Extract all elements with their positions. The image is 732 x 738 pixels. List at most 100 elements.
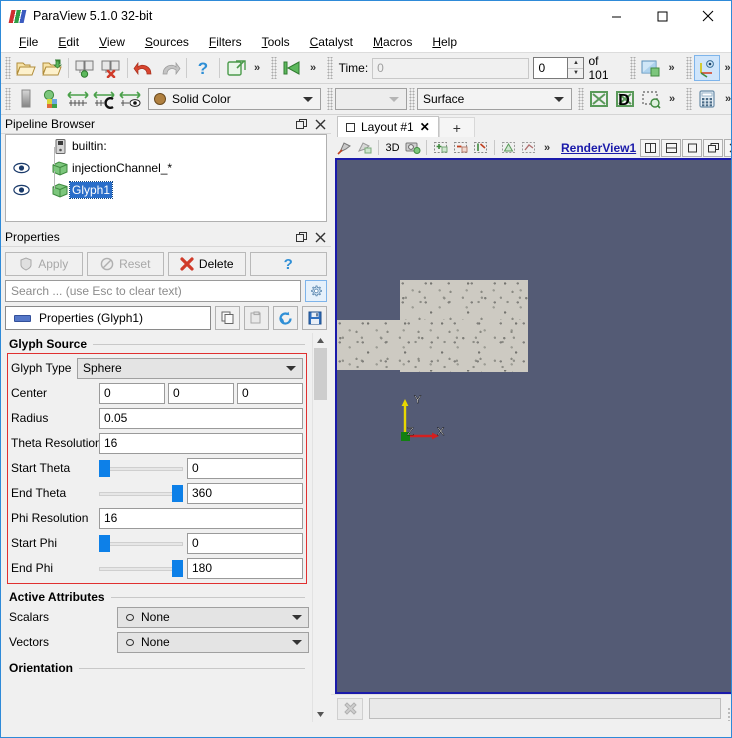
close-view-icon[interactable] bbox=[724, 138, 731, 157]
apply-button[interactable]: Apply bbox=[5, 252, 83, 276]
select-cells-through-icon[interactable] bbox=[471, 138, 490, 157]
render-view-name[interactable]: RenderView1 bbox=[558, 141, 639, 155]
end-theta-input[interactable]: 360 bbox=[187, 482, 303, 504]
toolbar-drag-handle[interactable] bbox=[686, 88, 692, 110]
render-view-canvas[interactable]: Y X Z bbox=[335, 158, 731, 694]
theta-resolution-input[interactable]: 16 bbox=[99, 432, 303, 454]
properties-scrollbar[interactable] bbox=[312, 333, 328, 722]
view-adjust-overflow-button[interactable]: » bbox=[664, 87, 680, 111]
frame-spin-down-icon[interactable]: ▼ bbox=[568, 69, 583, 79]
copy-icon[interactable] bbox=[215, 306, 240, 330]
resize-grip-icon[interactable] bbox=[727, 707, 731, 721]
open-recent-icon[interactable] bbox=[39, 55, 65, 81]
undock-view-icon[interactable] bbox=[703, 138, 724, 157]
menu-file[interactable]: File bbox=[9, 33, 48, 51]
menu-catalyst[interactable]: Catalyst bbox=[300, 33, 363, 51]
select-frustum-points-icon[interactable] bbox=[499, 138, 518, 157]
block-combo[interactable] bbox=[335, 88, 407, 110]
toolbar-drag-handle[interactable] bbox=[409, 88, 415, 110]
representation-combo[interactable]: Surface bbox=[417, 88, 572, 110]
scrollbar-thumb[interactable] bbox=[313, 348, 327, 400]
pipeline-browser-list[interactable]: builtin: injectionChannel_* Glyph1 bbox=[5, 134, 327, 222]
frame-stepper[interactable]: 0 ▲ ▼ bbox=[533, 57, 585, 79]
camera-icon[interactable] bbox=[403, 138, 422, 157]
frame-spin-up-icon[interactable]: ▲ bbox=[568, 58, 584, 69]
interact-mode-icon[interactable] bbox=[335, 138, 354, 157]
delete-button[interactable]: Delete bbox=[168, 252, 246, 276]
close-icon[interactable] bbox=[312, 116, 328, 132]
properties-group-toggle[interactable]: Properties (Glyph1) bbox=[5, 306, 211, 330]
close-icon[interactable]: ✕ bbox=[420, 120, 430, 134]
center-x-input[interactable]: 0 bbox=[99, 382, 165, 404]
toolbar-drag-handle[interactable] bbox=[578, 88, 584, 110]
select-blocks-icon[interactable] bbox=[519, 138, 538, 157]
scroll-up-icon[interactable] bbox=[313, 333, 328, 348]
paste-icon[interactable] bbox=[244, 306, 269, 330]
properties-help-button[interactable]: ? bbox=[249, 252, 327, 276]
tab-layout-1[interactable]: Layout #1 ✕ bbox=[337, 116, 439, 137]
color-legend-icon[interactable] bbox=[13, 86, 39, 112]
menu-edit[interactable]: Edit bbox=[48, 33, 89, 51]
menu-sources[interactable]: Sources bbox=[135, 33, 199, 51]
save-state-icon[interactable] bbox=[72, 55, 98, 81]
open-file-icon[interactable] bbox=[13, 55, 39, 81]
undock-icon[interactable] bbox=[293, 229, 309, 245]
end-phi-slider[interactable] bbox=[99, 558, 183, 579]
start-phi-slider[interactable] bbox=[99, 533, 183, 554]
abort-icon[interactable] bbox=[337, 697, 363, 720]
zoom-to-data-icon[interactable] bbox=[586, 86, 612, 112]
visibility-eye-icon[interactable] bbox=[10, 160, 32, 176]
center-y-input[interactable]: 0 bbox=[168, 382, 234, 404]
center-z-input[interactable]: 0 bbox=[237, 382, 303, 404]
toolbar-drag-handle[interactable] bbox=[685, 57, 692, 79]
time-input[interactable]: 0 bbox=[372, 57, 530, 79]
start-theta-slider[interactable] bbox=[99, 458, 183, 479]
search-input[interactable]: Search ... (use Esc to clear text) bbox=[5, 280, 301, 302]
undock-icon[interactable] bbox=[293, 116, 309, 132]
end-theta-slider[interactable] bbox=[99, 483, 183, 504]
scroll-down-icon[interactable] bbox=[313, 707, 328, 722]
frame-spin-buttons[interactable]: ▲ ▼ bbox=[567, 57, 585, 79]
menu-macros[interactable]: Macros bbox=[363, 33, 422, 51]
scrollbar-track[interactable] bbox=[312, 348, 328, 707]
rescale-data-range-icon[interactable] bbox=[65, 86, 91, 112]
mode-3d-button[interactable]: 3D bbox=[383, 138, 402, 157]
minimize-button[interactable] bbox=[593, 1, 639, 31]
toolbar-drag-handle[interactable] bbox=[5, 57, 11, 79]
help-icon[interactable]: ? bbox=[190, 55, 216, 81]
menu-view[interactable]: View bbox=[89, 33, 135, 51]
toolbar-drag-handle[interactable] bbox=[327, 88, 333, 110]
first-frame-icon[interactable] bbox=[279, 55, 305, 81]
connect-icon[interactable] bbox=[223, 55, 249, 81]
restore-defaults-icon[interactable] bbox=[273, 306, 298, 330]
glyph-type-combo[interactable]: Sphere bbox=[77, 357, 303, 379]
center-axes-icon[interactable] bbox=[693, 55, 720, 81]
visibility-eye-icon[interactable] bbox=[10, 182, 32, 198]
select-cells-on-icon[interactable] bbox=[431, 138, 450, 157]
vcr-overflow-button[interactable]: » bbox=[305, 56, 321, 80]
maximize-button[interactable] bbox=[639, 1, 685, 31]
rescale-custom-icon[interactable] bbox=[91, 86, 117, 112]
calculator-icon[interactable] bbox=[694, 86, 720, 112]
phi-resolution-input[interactable]: 16 bbox=[99, 507, 303, 529]
data-analysis-overflow-button[interactable]: » bbox=[720, 87, 731, 111]
close-button[interactable] bbox=[685, 1, 731, 31]
maximize-view-icon[interactable] bbox=[682, 138, 703, 157]
toolbar-drag-handle[interactable] bbox=[271, 57, 277, 79]
vectors-combo[interactable]: None bbox=[117, 631, 309, 653]
new-layout-tab-button[interactable]: + bbox=[438, 117, 475, 137]
split-vertical-icon[interactable] bbox=[661, 138, 682, 157]
scalars-combo[interactable]: None bbox=[117, 606, 309, 628]
gear-icon[interactable] bbox=[305, 280, 327, 302]
select-cells-icon[interactable] bbox=[355, 138, 374, 157]
color-by-combo[interactable]: Solid Color bbox=[148, 88, 321, 110]
frame-index-input[interactable]: 0 bbox=[533, 57, 568, 79]
undo-icon[interactable] bbox=[131, 55, 157, 81]
select-points-on-icon[interactable] bbox=[451, 138, 470, 157]
save-icon[interactable] bbox=[302, 306, 327, 330]
reset-button[interactable]: Reset bbox=[86, 252, 164, 276]
axes-overflow-button[interactable]: » bbox=[720, 56, 731, 80]
camera-undo-icon[interactable] bbox=[638, 55, 664, 81]
redo-icon[interactable] bbox=[157, 55, 183, 81]
split-horizontal-icon[interactable] bbox=[640, 138, 661, 157]
